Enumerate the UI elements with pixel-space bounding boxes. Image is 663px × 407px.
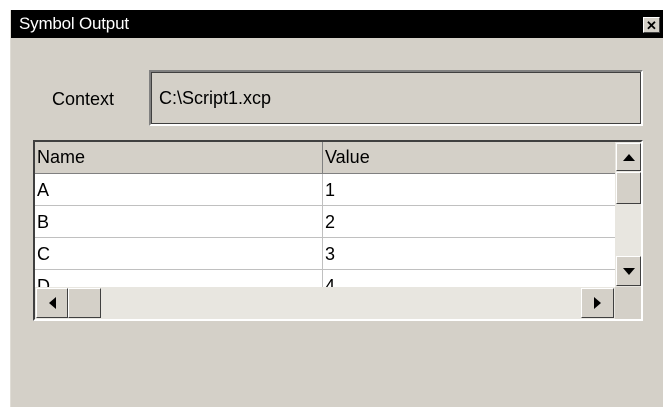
table-row[interactable]: B 2 <box>35 206 615 238</box>
scroll-right-arrow-icon <box>594 297 601 309</box>
cell-name: A <box>35 174 323 205</box>
scroll-right-button[interactable] <box>581 288 614 318</box>
cell-value: 3 <box>325 244 336 264</box>
vertical-scrollbar[interactable] <box>615 142 641 287</box>
cell-value: 4 <box>325 276 336 287</box>
window-title: Symbol Output <box>19 14 129 33</box>
scroll-up-arrow-icon <box>622 153 635 161</box>
horizontal-scrollbar[interactable] <box>35 287 615 319</box>
close-icon: ✕ <box>646 18 657 33</box>
cell-name: C <box>35 238 323 269</box>
context-label: Context <box>52 89 115 109</box>
table-header: Name Value <box>35 142 615 174</box>
context-field: C:\Script1.xcp <box>149 70 643 126</box>
cell-name: B <box>35 206 323 237</box>
vertical-scroll-thumb[interactable] <box>616 172 641 204</box>
scroll-left-arrow-icon <box>48 297 56 309</box>
table-row[interactable]: C 3 <box>35 238 615 270</box>
cell-name: D <box>35 270 323 287</box>
cell-value: 1 <box>325 180 336 200</box>
table-body: A 1 B 2 C 3 D 4 <box>35 174 615 287</box>
table-row[interactable]: A 1 <box>35 174 615 206</box>
scroll-down-arrow-icon <box>622 267 635 275</box>
scroll-left-button[interactable] <box>36 288 68 318</box>
scrollbar-corner <box>615 287 641 319</box>
scroll-up-button[interactable] <box>616 143 641 171</box>
symbol-output-window: Symbol Output ✕ Context C:\Script1.xcp N… <box>10 10 663 407</box>
cell-value: 2 <box>325 212 336 232</box>
context-value: C:\Script1.xcp <box>159 88 272 108</box>
horizontal-scroll-thumb[interactable] <box>68 288 101 318</box>
column-header-name[interactable]: Name <box>35 142 323 173</box>
symbol-table[interactable]: Name Value A 1 B 2 C 3 D 4 <box>33 140 643 321</box>
column-header-value[interactable]: Value <box>323 142 615 173</box>
title-bar[interactable]: Symbol Output ✕ <box>11 10 663 38</box>
table-row[interactable]: D 4 <box>35 270 615 287</box>
close-button[interactable]: ✕ <box>643 17 660 33</box>
scroll-down-button[interactable] <box>616 256 641 286</box>
